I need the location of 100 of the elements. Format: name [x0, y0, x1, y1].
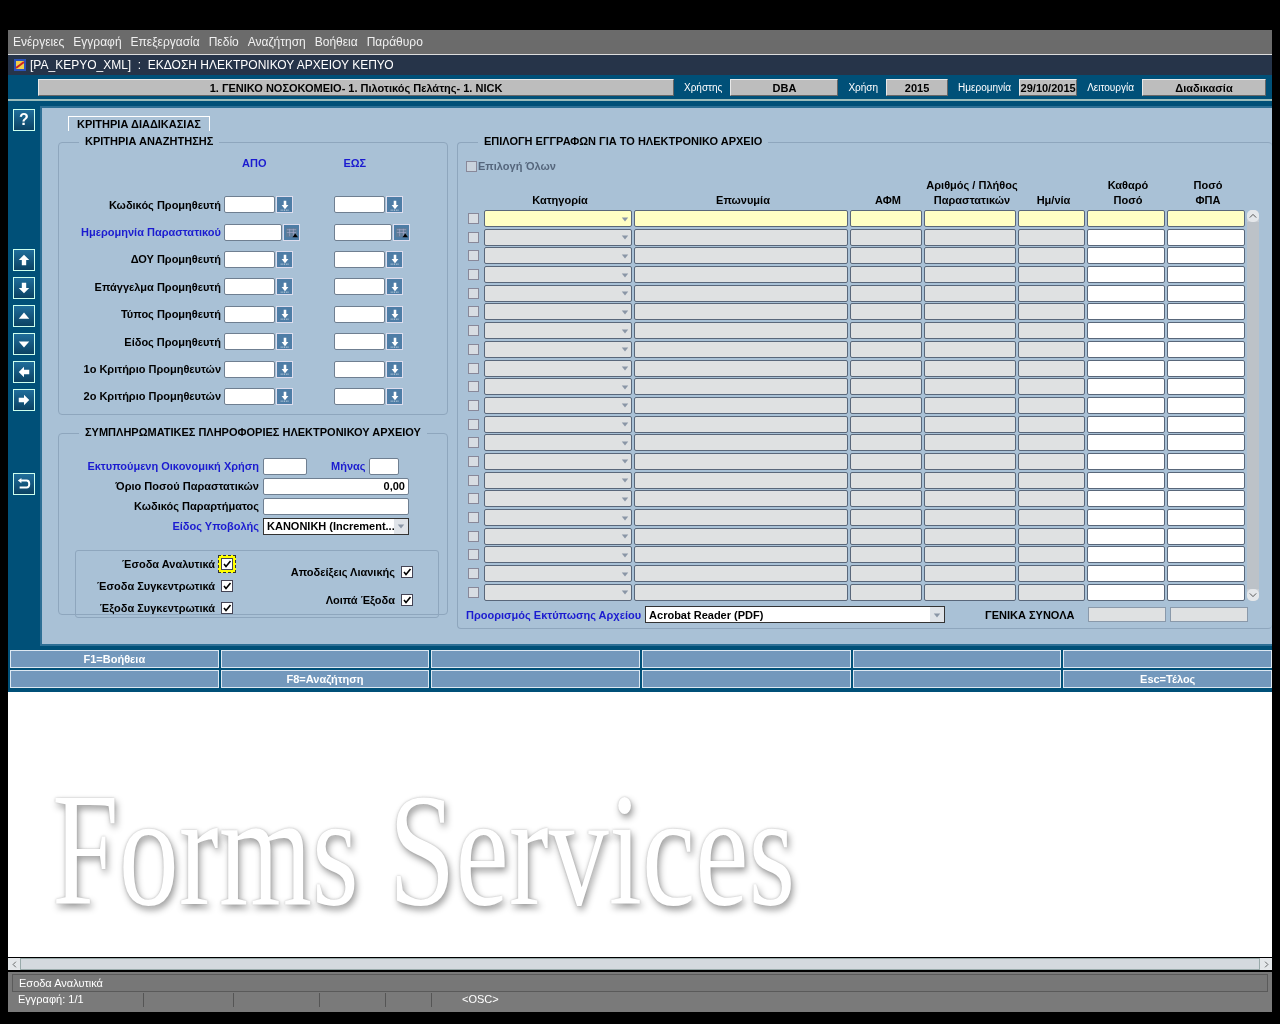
- list-button[interactable]: [386, 278, 403, 296]
- table-cell[interactable]: [634, 471, 848, 489]
- input-field[interactable]: [334, 250, 385, 268]
- checkbox[interactable]: [468, 306, 479, 318]
- table-cell[interactable]: [1018, 546, 1085, 564]
- table-cell[interactable]: [1087, 284, 1165, 302]
- checkbox[interactable]: [468, 231, 479, 243]
- table-cell[interactable]: [1018, 228, 1085, 246]
- table-cell[interactable]: [924, 340, 1016, 358]
- checkbox[interactable]: [468, 213, 479, 224]
- right-arrow-button[interactable]: [13, 389, 35, 411]
- down-triangle-button[interactable]: [13, 333, 35, 355]
- table-cell[interactable]: [850, 266, 922, 284]
- input-field[interactable]: [224, 387, 275, 405]
- function-key-button[interactable]: Esc=Τέλος: [1063, 670, 1273, 688]
- input-field[interactable]: [224, 196, 275, 214]
- table-cell[interactable]: [850, 396, 922, 414]
- category-dropdown[interactable]: [484, 303, 632, 321]
- checkbox[interactable]: [468, 325, 479, 337]
- table-cell[interactable]: [634, 359, 848, 377]
- help-button[interactable]: ?: [13, 109, 35, 131]
- category-dropdown[interactable]: [484, 452, 632, 470]
- table-cell[interactable]: [634, 284, 848, 302]
- left-arrow-button[interactable]: [13, 361, 35, 383]
- table-cell[interactable]: [1167, 434, 1245, 452]
- table-cell[interactable]: [850, 434, 922, 452]
- function-key-button[interactable]: [1063, 650, 1273, 668]
- table-cell[interactable]: [1087, 228, 1165, 246]
- table-cell[interactable]: [1087, 583, 1165, 601]
- category-dropdown[interactable]: [484, 322, 632, 340]
- table-cell[interactable]: [924, 509, 1016, 526]
- checkbox[interactable]: [221, 558, 233, 570]
- table-cell[interactable]: [1087, 247, 1165, 265]
- table-cell[interactable]: [1167, 322, 1245, 340]
- checkbox[interactable]: [468, 381, 479, 393]
- table-cell[interactable]: [850, 415, 922, 433]
- table-cell[interactable]: [1018, 340, 1085, 358]
- checkbox[interactable]: [468, 530, 479, 542]
- table-cell[interactable]: [1018, 452, 1085, 470]
- table-cell[interactable]: [1018, 266, 1085, 284]
- input-field[interactable]: [334, 223, 392, 241]
- list-button[interactable]: [276, 250, 293, 268]
- table-cell[interactable]: [1087, 322, 1165, 340]
- category-dropdown[interactable]: [484, 210, 632, 227]
- table-cell[interactable]: [850, 378, 922, 396]
- up-arrow-button[interactable]: [13, 249, 35, 271]
- dropdown[interactable]: ΚΑΝΟΝΙΚΗ (Increment...: [263, 517, 409, 535]
- table-cell[interactable]: [1018, 471, 1085, 489]
- category-dropdown[interactable]: [484, 583, 632, 601]
- menu-item[interactable]: Ενέργειες: [13, 35, 70, 49]
- function-key-button[interactable]: [431, 670, 640, 688]
- menu-item[interactable]: Αναζήτηση: [247, 35, 311, 49]
- table-cell[interactable]: [634, 303, 848, 321]
- input-field[interactable]: [224, 223, 282, 241]
- table-cell[interactable]: [850, 247, 922, 265]
- table-cell[interactable]: [1087, 490, 1165, 508]
- table-cell[interactable]: [1167, 490, 1245, 508]
- function-key-button[interactable]: [852, 670, 1062, 688]
- category-dropdown[interactable]: [484, 247, 632, 265]
- list-button[interactable]: [386, 196, 403, 214]
- table-cell[interactable]: [850, 546, 922, 564]
- table-cell[interactable]: [924, 527, 1016, 545]
- category-dropdown[interactable]: [484, 396, 632, 414]
- checkbox[interactable]: [468, 418, 479, 430]
- input-field[interactable]: [263, 497, 409, 515]
- table-cell[interactable]: [634, 322, 848, 340]
- checkbox[interactable]: [468, 343, 479, 355]
- table-cell[interactable]: [850, 452, 922, 470]
- function-key-button[interactable]: F1=Βοήθεια: [10, 650, 219, 668]
- table-cell[interactable]: [1167, 452, 1245, 470]
- table-cell[interactable]: [1087, 509, 1165, 526]
- input-field[interactable]: [224, 278, 275, 296]
- function-key-button[interactable]: [431, 650, 640, 668]
- calendar-button[interactable]: [283, 223, 300, 241]
- category-dropdown[interactable]: [484, 434, 632, 452]
- table-cell[interactable]: [1167, 546, 1245, 564]
- table-cell[interactable]: [850, 284, 922, 302]
- table-cell[interactable]: [634, 396, 848, 414]
- function-key-button[interactable]: F8=Αναζήτηση: [220, 670, 430, 688]
- table-cell[interactable]: [1167, 340, 1245, 358]
- table-cell[interactable]: [634, 490, 848, 508]
- up-triangle-button[interactable]: [13, 305, 35, 327]
- function-key-button[interactable]: [10, 670, 219, 688]
- table-cell[interactable]: [924, 359, 1016, 377]
- table-cell[interactable]: [924, 546, 1016, 564]
- table-cell[interactable]: [1018, 415, 1085, 433]
- table-cell[interactable]: [1018, 583, 1085, 601]
- table-cell[interactable]: [634, 266, 848, 284]
- table-cell[interactable]: [634, 509, 848, 526]
- input-field[interactable]: [334, 360, 385, 378]
- table-cell[interactable]: [1018, 322, 1085, 340]
- table-cell[interactable]: [1018, 378, 1085, 396]
- table-cell[interactable]: [634, 583, 848, 601]
- checkbox[interactable]: [468, 269, 479, 281]
- table-cell[interactable]: [1167, 247, 1245, 265]
- table-cell[interactable]: [1018, 247, 1085, 265]
- category-dropdown[interactable]: [484, 415, 632, 433]
- table-cell[interactable]: [850, 303, 922, 321]
- checkbox[interactable]: [401, 594, 413, 606]
- checkbox[interactable]: [468, 586, 479, 598]
